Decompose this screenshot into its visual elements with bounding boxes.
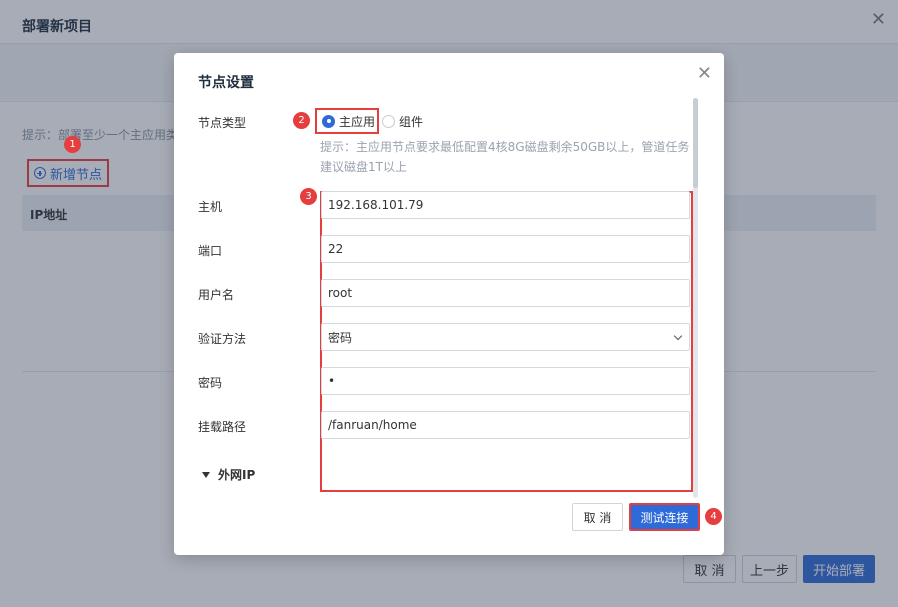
close-icon[interactable]: ✕ [697,63,712,84]
caret-down-icon [202,471,210,478]
node-type-hint: 提示：主应用节点要求最低配置4核8G磁盘剩余50GB以上，管道任务建议磁盘1T以… [320,140,690,174]
password-input[interactable]: • [321,367,690,395]
radio-main-label: 主应用 [339,114,376,129]
scrollbar-thumb[interactable] [693,98,698,188]
username-input[interactable]: root [321,279,690,307]
node-type-label: 节点类型 [198,116,247,130]
username-label: 用户名 [198,288,235,302]
chevron-down-icon [673,331,683,341]
annotation-badge-2: 2 [293,112,310,129]
external-ip-toggle[interactable]: 外网IP [202,466,255,483]
auth-method-select[interactable]: 密码 [321,323,690,351]
annotation-badge-4: 4 [705,508,722,525]
port-label: 端口 [198,244,223,258]
auth-method-value: 密码 [328,330,353,345]
cancel-button[interactable]: 取 消 [572,503,623,531]
radio-checked-icon [322,114,335,128]
radio-component[interactable]: 组件 [382,113,423,130]
scrollbar[interactable] [693,98,698,498]
node-settings-dialog: 节点设置 ✕ 节点类型 主应用 组件 提示：主应用节点要求最低配置4核8G磁盘剩… [174,53,724,555]
password-label: 密码 [198,376,223,390]
port-input[interactable]: 22 [321,235,690,263]
mount-path-input[interactable]: /fanruan/home [321,411,690,439]
host-label: 主机 [198,200,223,214]
mount-path-label: 挂载路径 [198,420,247,434]
annotation-badge-3: 3 [300,188,317,205]
external-ip-label: 外网IP [218,468,256,482]
auth-method-label: 验证方法 [198,332,247,346]
radio-main-app[interactable]: 主应用 [315,108,379,134]
radio-unchecked-icon [382,115,395,128]
dialog-title: 节点设置 [198,75,254,91]
host-input[interactable]: 192.168.101.79 [321,191,690,219]
test-connection-button[interactable]: 测试连接 [629,503,700,531]
radio-component-label: 组件 [399,115,424,129]
annotation-badge-1: 1 [64,136,81,153]
